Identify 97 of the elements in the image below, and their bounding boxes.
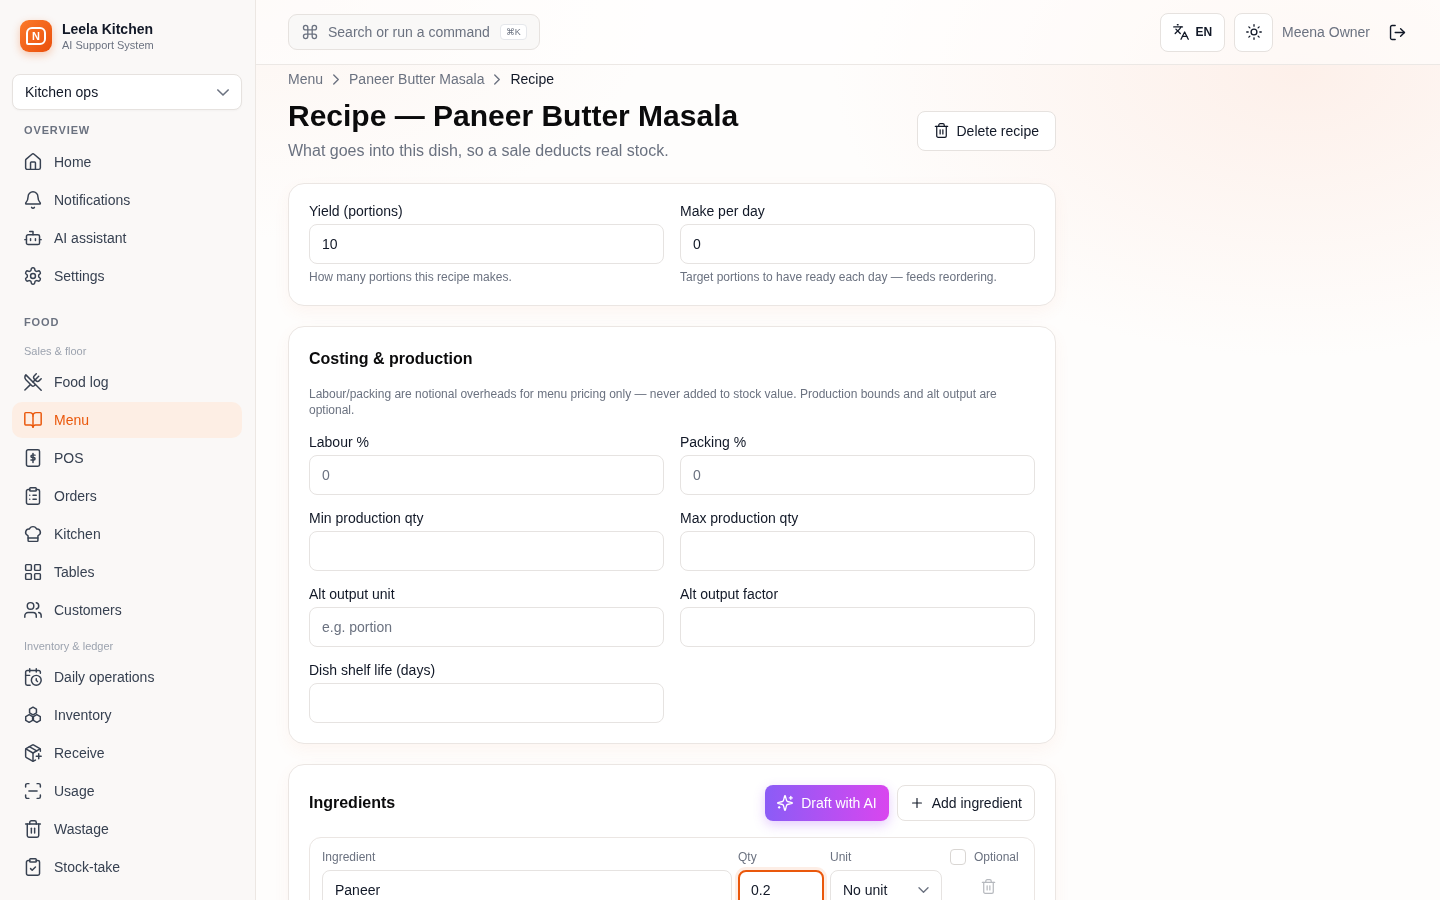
trash-icon — [933, 123, 949, 138]
breadcrumb-link[interactable]: Menu — [288, 69, 324, 89]
page-title: Recipe — Paneer Butter Masala — [288, 98, 739, 134]
add-ingredient-button[interactable]: Add ingredient — [896, 785, 1035, 821]
language-button[interactable]: EN — [1160, 12, 1226, 52]
package-plus-icon — [24, 744, 42, 762]
command-search-button[interactable]: Search or run a command ⌘K — [288, 14, 540, 50]
trash-icon — [24, 820, 42, 838]
input-field[interactable] — [680, 531, 1035, 571]
nav-item[interactable]: Food log — [12, 364, 242, 400]
field-label: Dish shelf life (days) — [309, 661, 437, 680]
help-text: Target portions to have ready each day — feeds reordering. — [680, 269, 998, 285]
breadcrumb-link[interactable]: Paneer Butter Masala — [349, 69, 485, 89]
chevron-down-icon — [217, 88, 229, 96]
nav-item[interactable]: Notifications — [12, 182, 242, 218]
clipboard-check-icon — [24, 858, 42, 876]
chevron-right-icon — [333, 73, 340, 85]
sun-icon — [1245, 24, 1262, 40]
field-label: Ingredient — [322, 849, 377, 865]
nav-item[interactable]: Orders — [12, 478, 242, 514]
field-label: Max production qty — [680, 509, 800, 528]
calendar-clock-icon — [24, 668, 42, 686]
input-field[interactable] — [309, 683, 664, 723]
input-field[interactable] — [680, 607, 1035, 647]
field-label: Qty — [738, 849, 758, 865]
card-title: Costing & production — [309, 349, 474, 369]
section-heading: FOOD — [23, 315, 61, 330]
input-field[interactable]: 0 — [309, 455, 664, 495]
current-page-text: Recipe — [510, 70, 555, 89]
nav-item[interactable]: AI assistant — [12, 220, 242, 256]
workspace-select[interactable]: Kitchen ops — [12, 74, 242, 110]
grid-icon — [24, 563, 42, 581]
nav-item[interactable]: Receive — [12, 735, 242, 771]
field-label: Unit — [830, 849, 853, 865]
field-label: Alt output unit — [309, 585, 396, 604]
nav-item[interactable]: Stock-take — [12, 849, 242, 885]
logout-icon[interactable] — [1389, 23, 1406, 41]
card-title: Ingredients — [309, 793, 396, 813]
bell-icon — [24, 191, 42, 209]
page-subtitle: What goes into this dish, so a sale deducts real stock. — [288, 141, 670, 161]
open-book-icon — [24, 411, 42, 429]
command-icon — [302, 24, 318, 40]
field-label: Min production qty — [309, 509, 425, 528]
input-field[interactable]: e.g. portion — [309, 607, 664, 647]
field-label: Yield (portions) — [309, 202, 404, 221]
app-logo: N — [20, 20, 52, 52]
trash-icon[interactable] — [980, 879, 996, 894]
nav-item[interactable]: Settings — [12, 258, 242, 294]
brand-tagline: AI Support System — [62, 38, 154, 52]
field-label: Labour % — [309, 433, 370, 452]
robot-icon — [24, 229, 42, 247]
brand-name: Leela Kitchen — [62, 20, 154, 38]
keyboard-shortcut: ⌘K — [499, 24, 527, 40]
nav-item[interactable]: Customers — [12, 592, 242, 628]
input-field[interactable]: 10 — [309, 224, 664, 264]
home-icon — [24, 153, 42, 171]
input-field[interactable]: 0.2 — [738, 870, 824, 900]
field-label: Make per day — [680, 202, 766, 221]
unit-select[interactable]: No unit — [830, 870, 942, 900]
theme-toggle-button[interactable] — [1234, 12, 1274, 52]
dollar-receipt-icon — [24, 449, 42, 467]
group-label: Inventory & ledger — [23, 639, 115, 654]
optional-checkbox[interactable] — [950, 849, 966, 865]
nav-item[interactable]: Usage — [12, 773, 242, 809]
nav-item[interactable]: Inventory — [12, 697, 242, 733]
delete-recipe-button[interactable]: Delete recipe — [916, 110, 1056, 151]
checkbox-label: Optional — [974, 849, 1019, 865]
section-heading: OVERVIEW — [23, 123, 92, 138]
users-icon — [24, 601, 42, 619]
clipboard-list-icon — [24, 487, 42, 505]
scan-icon — [24, 782, 42, 800]
translate-icon — [1173, 24, 1190, 40]
field-label: Packing % — [680, 433, 748, 452]
help-text: How many portions this recipe makes. — [309, 269, 513, 285]
input-field[interactable]: 0 — [680, 455, 1035, 495]
nav-item[interactable]: Wastage — [12, 811, 242, 847]
input-field[interactable] — [309, 531, 664, 571]
group-label: Sales & floor — [23, 344, 88, 359]
settings-icon — [24, 267, 42, 285]
chevron-right-icon — [494, 73, 501, 85]
fork-knife-icon — [24, 373, 42, 391]
chevron-down-icon — [918, 887, 929, 893]
plus-icon — [909, 796, 924, 810]
chef-hat-icon — [24, 525, 42, 543]
nav-item[interactable]: Kitchen — [12, 516, 242, 552]
field-label: Alt output factor — [680, 585, 780, 604]
sparkles-icon — [777, 795, 794, 811]
draft-with-ai-button[interactable]: Draft with AI — [765, 785, 889, 821]
input-field[interactable]: 0 — [680, 224, 1035, 264]
boxes-icon — [24, 706, 42, 724]
nav-item[interactable]: Tables — [12, 554, 242, 590]
nav-item[interactable]: Home — [12, 144, 242, 180]
nav-item[interactable]: Daily operations — [12, 659, 242, 695]
user-name: Meena Owner — [1282, 24, 1370, 40]
nav-item[interactable]: POS — [12, 440, 242, 476]
input-field[interactable]: Paneer — [322, 870, 732, 900]
card-description: Labour/packing are notional overheads for menu pricing only — never added to stock value. Production bounds and alt output are optional. — [309, 386, 998, 418]
